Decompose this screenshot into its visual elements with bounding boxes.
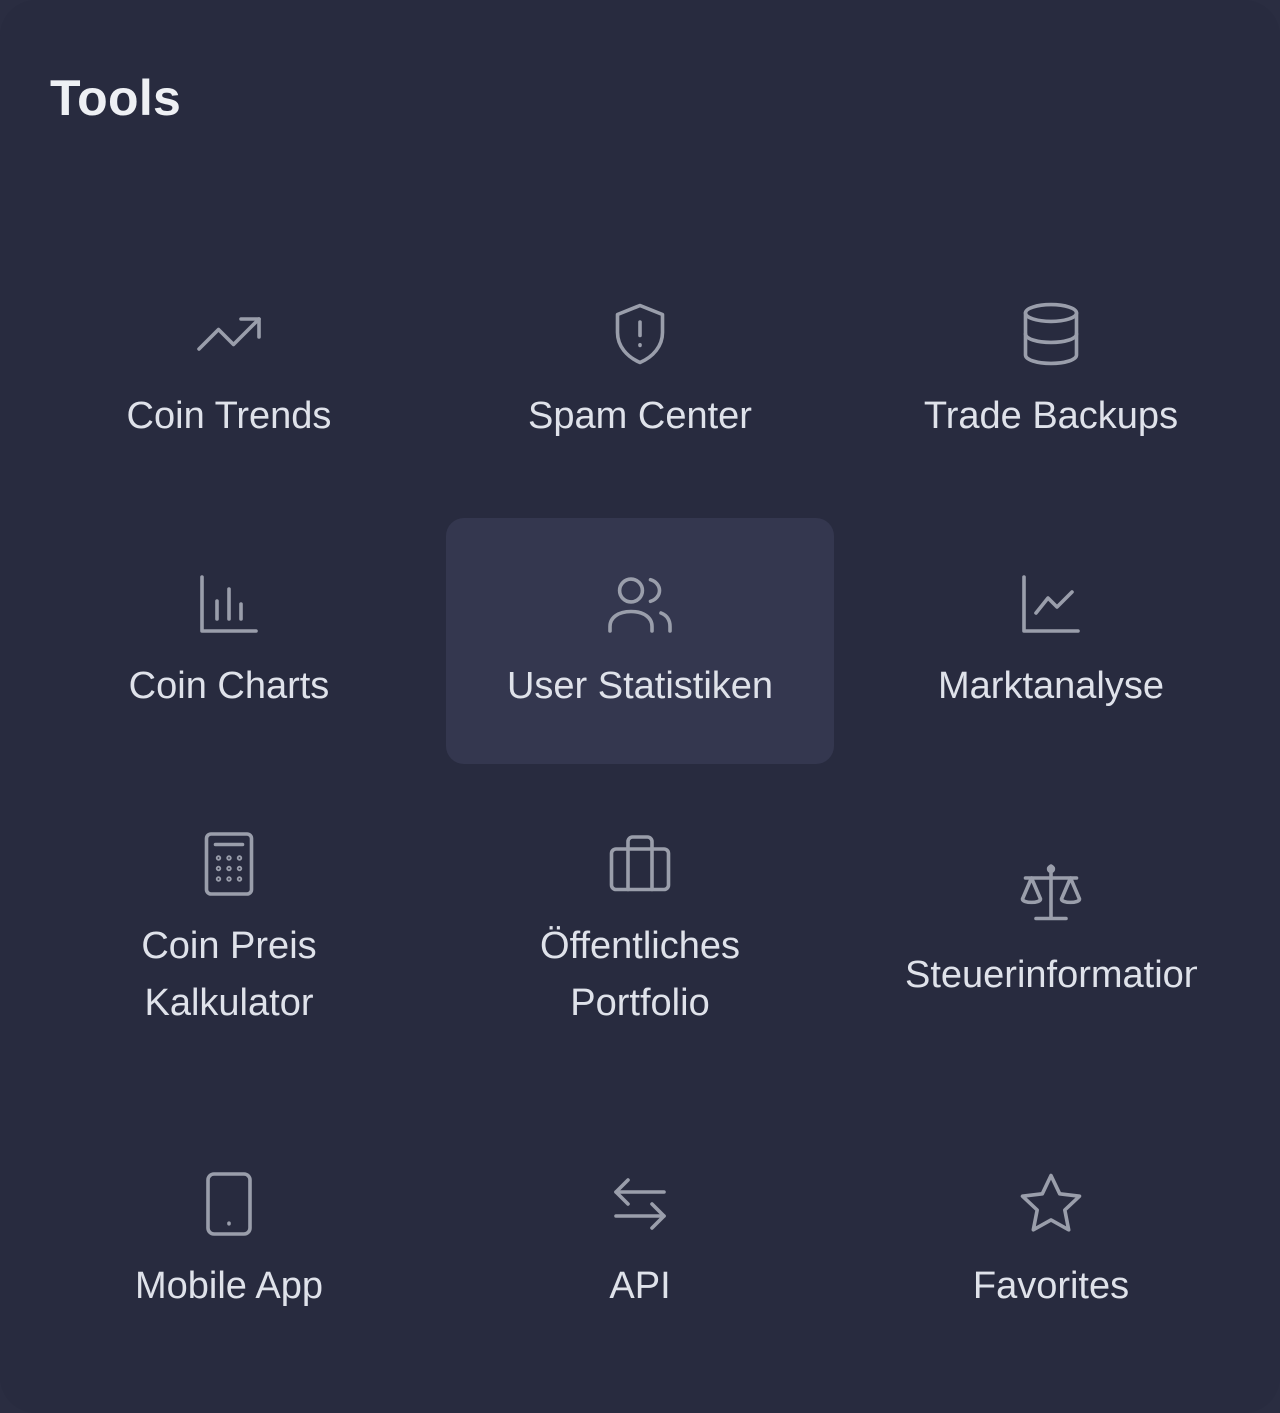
trending-up-icon [193, 298, 265, 370]
tool-label-line: Kalkulator [144, 982, 314, 1024]
panel-title: Tools [50, 70, 182, 126]
star-icon [1015, 1168, 1087, 1240]
tool-api[interactable]: API [446, 1118, 834, 1364]
tool-label-line: Portfolio [570, 982, 710, 1024]
tool-label: Öffentliches Portfolio [540, 918, 740, 1032]
arrows-left-right-icon [604, 1168, 676, 1240]
tool-coin-trends[interactable]: Coin Trends [35, 248, 423, 494]
tool-coin-preis-kalkulator[interactable]: Coin Preis Kalkulator [35, 800, 423, 1060]
tool-label: Marktanalyse [938, 664, 1164, 707]
tool-marktanalyse[interactable]: Marktanalyse [857, 518, 1245, 764]
briefcase-icon [604, 828, 676, 900]
database-icon [1015, 298, 1087, 370]
tablet-icon [193, 1168, 265, 1240]
tool-coin-charts[interactable]: Coin Charts [35, 518, 423, 764]
bar-chart-icon [193, 568, 265, 640]
line-chart-icon [1015, 568, 1087, 640]
tool-label: Trade Backups [923, 394, 1179, 437]
tool-trade-backups[interactable]: Trade Backups [857, 248, 1245, 494]
tool-label: Mobile App [134, 1264, 323, 1307]
tool-label: Favorites [972, 1264, 1130, 1307]
tool-label: API [609, 1264, 671, 1307]
tool-steuerinformationen[interactable]: Steuerinformationen [857, 800, 1245, 1060]
tool-label: Spam Center [528, 394, 752, 437]
tool-label-line: Öffentliches [540, 925, 740, 967]
tool-mobile-app[interactable]: Mobile App [35, 1118, 423, 1364]
shield-alert-icon [604, 298, 676, 370]
tool-favorites[interactable]: Favorites [857, 1118, 1245, 1364]
tool-spam-center[interactable]: Spam Center [446, 248, 834, 494]
tool-label: Coin Preis Kalkulator [141, 918, 316, 1032]
users-icon [604, 568, 676, 640]
tool-label: Steuerinformationen [905, 953, 1197, 996]
tools-panel: Tools Coin Trends Spam Center Trade Back… [0, 0, 1280, 1413]
calculator-icon [193, 828, 265, 900]
tool-label: Coin Charts [128, 664, 330, 707]
tool-user-statistiken[interactable]: User Statistiken [446, 518, 834, 764]
tool-label-line: Coin Preis [141, 925, 317, 967]
tool-label: Coin Trends [126, 394, 332, 437]
tool-oeffentliches-portfolio[interactable]: Öffentliches Portfolio [446, 800, 834, 1060]
scale-icon [1015, 857, 1087, 929]
tool-label: User Statistiken [506, 664, 774, 707]
